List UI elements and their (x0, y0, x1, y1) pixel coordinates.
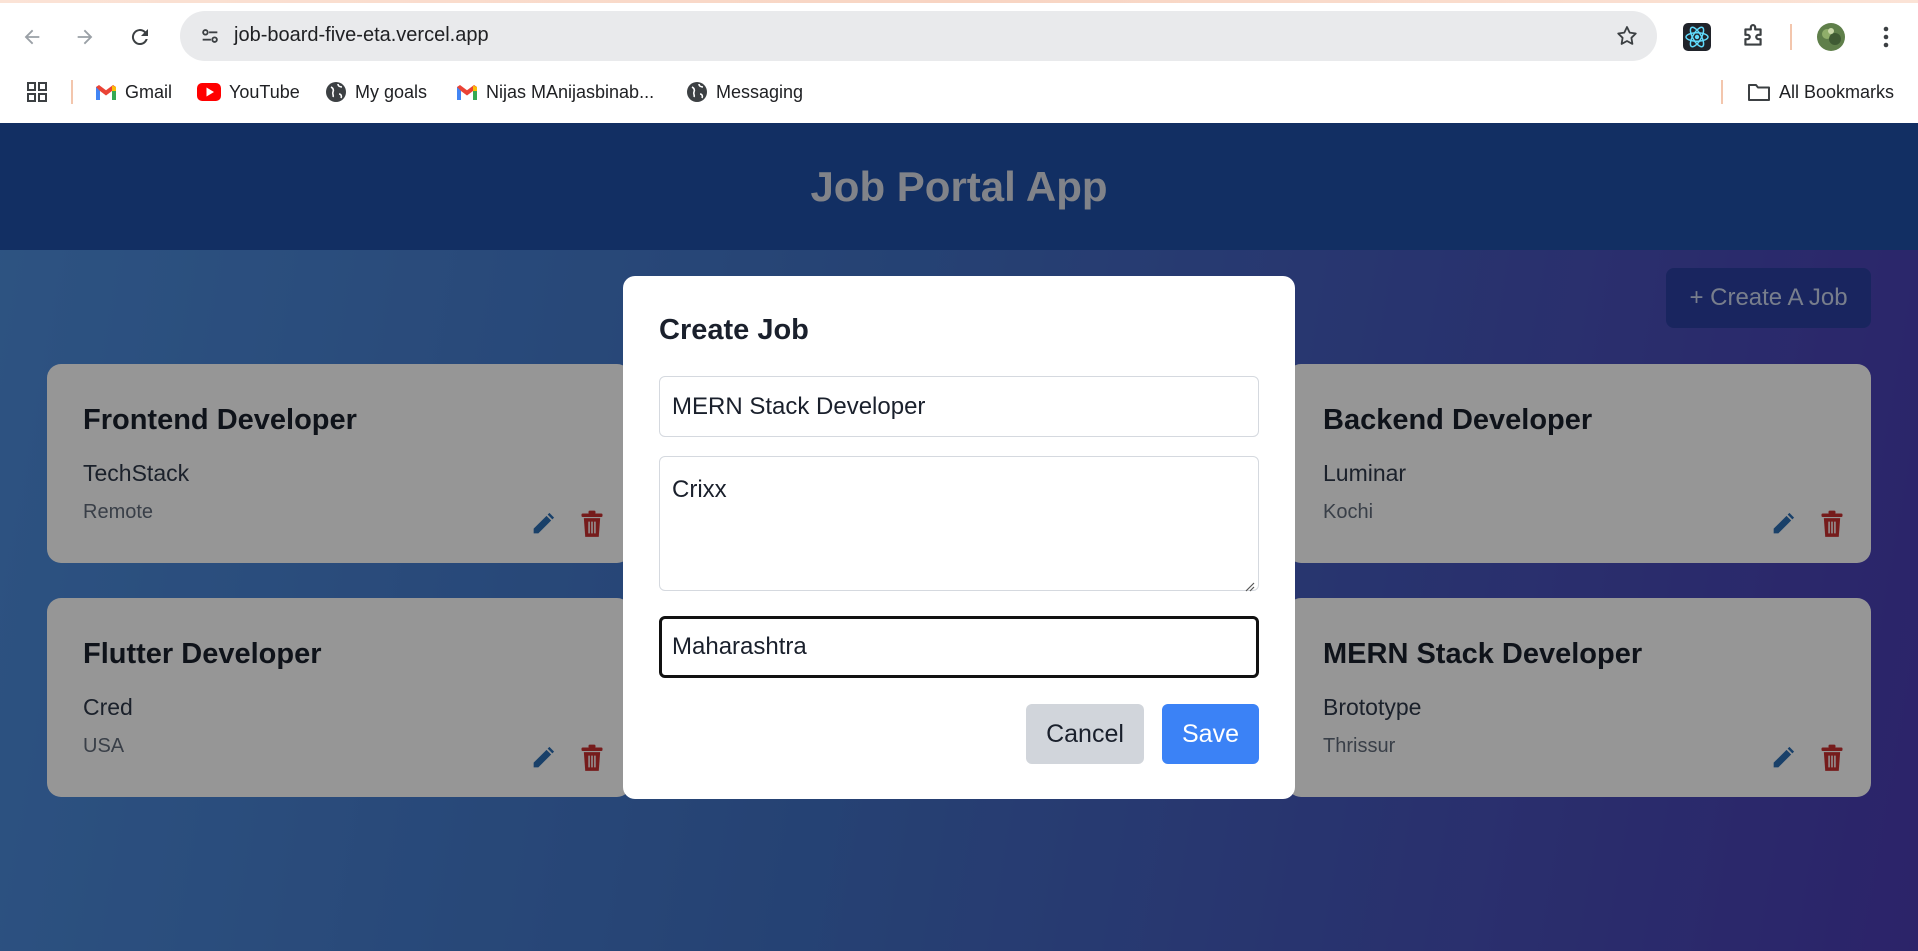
gmail-icon (457, 84, 477, 100)
bookmark-label: YouTube (229, 81, 300, 102)
bookmarks-bar: Gmail YouTube My goals Nijas MAnijasbina… (0, 72, 1918, 112)
gmail-icon (96, 84, 116, 100)
all-bookmarks[interactable]: All Bookmarks (1747, 80, 1894, 104)
profile-avatar[interactable] (1813, 19, 1849, 55)
modal-title: Create Job (659, 314, 809, 346)
all-bookmarks-label: All Bookmarks (1779, 81, 1895, 102)
bookmark-my-goals[interactable]: My goals (325, 80, 427, 104)
bookmarks-divider (1721, 80, 1723, 104)
cancel-button[interactable]: Cancel (1026, 704, 1144, 764)
save-button[interactable]: Save (1162, 704, 1259, 764)
bookmark-nijas[interactable]: Nijas MAnijasbinab... (456, 80, 654, 104)
bookmark-label: Nijas MAnijasbinab... (486, 81, 655, 102)
bookmark-label: Gmail (125, 81, 173, 102)
browser-menu-icon[interactable] (1868, 19, 1904, 55)
bookmarks-divider (71, 80, 73, 104)
folder-icon (1748, 84, 1770, 101)
react-devtools-icon[interactable] (1679, 19, 1715, 55)
address-bar[interactable]: job-board-five-eta.vercel.app (180, 11, 1657, 61)
job-title-input[interactable] (659, 376, 1259, 437)
back-arrow-icon (24, 29, 40, 45)
create-job-modal: Create Job Crixx Cancel Save (623, 276, 1295, 799)
toolbar-divider (1790, 24, 1792, 50)
location-input[interactable] (659, 616, 1259, 678)
site-info-icon[interactable] (194, 20, 226, 52)
extensions-puzzle-icon[interactable] (1735, 19, 1771, 55)
forward-button[interactable] (69, 21, 101, 53)
globe-icon (326, 82, 346, 102)
bookmark-messaging[interactable]: Messaging (686, 80, 803, 104)
bookmark-star-icon[interactable] (1611, 20, 1643, 52)
bookmark-label: My goals (355, 81, 428, 102)
youtube-icon (197, 83, 221, 101)
company-textarea[interactable]: Crixx (659, 456, 1259, 591)
tab-strip-accent (0, 0, 1918, 3)
reload-icon (131, 29, 148, 46)
bookmark-youtube[interactable]: YouTube (197, 80, 300, 104)
url-text[interactable]: job-board-five-eta.vercel.app (234, 24, 489, 47)
browser-chrome: job-board-five-eta.vercel.app Gmail YouT… (0, 0, 1918, 123)
reload-button[interactable] (124, 21, 156, 53)
bookmark-label: Messaging (716, 81, 804, 102)
job-portal-page: Job Portal App + Create A Job Frontend D… (0, 123, 1918, 951)
apps-grid-icon[interactable] (26, 80, 48, 104)
globe-icon (687, 82, 707, 102)
resize-handle-icon[interactable] (1243, 580, 1255, 592)
forward-arrow-icon (77, 29, 93, 45)
back-button[interactable] (16, 21, 48, 53)
bookmark-gmail[interactable]: Gmail (95, 80, 172, 104)
